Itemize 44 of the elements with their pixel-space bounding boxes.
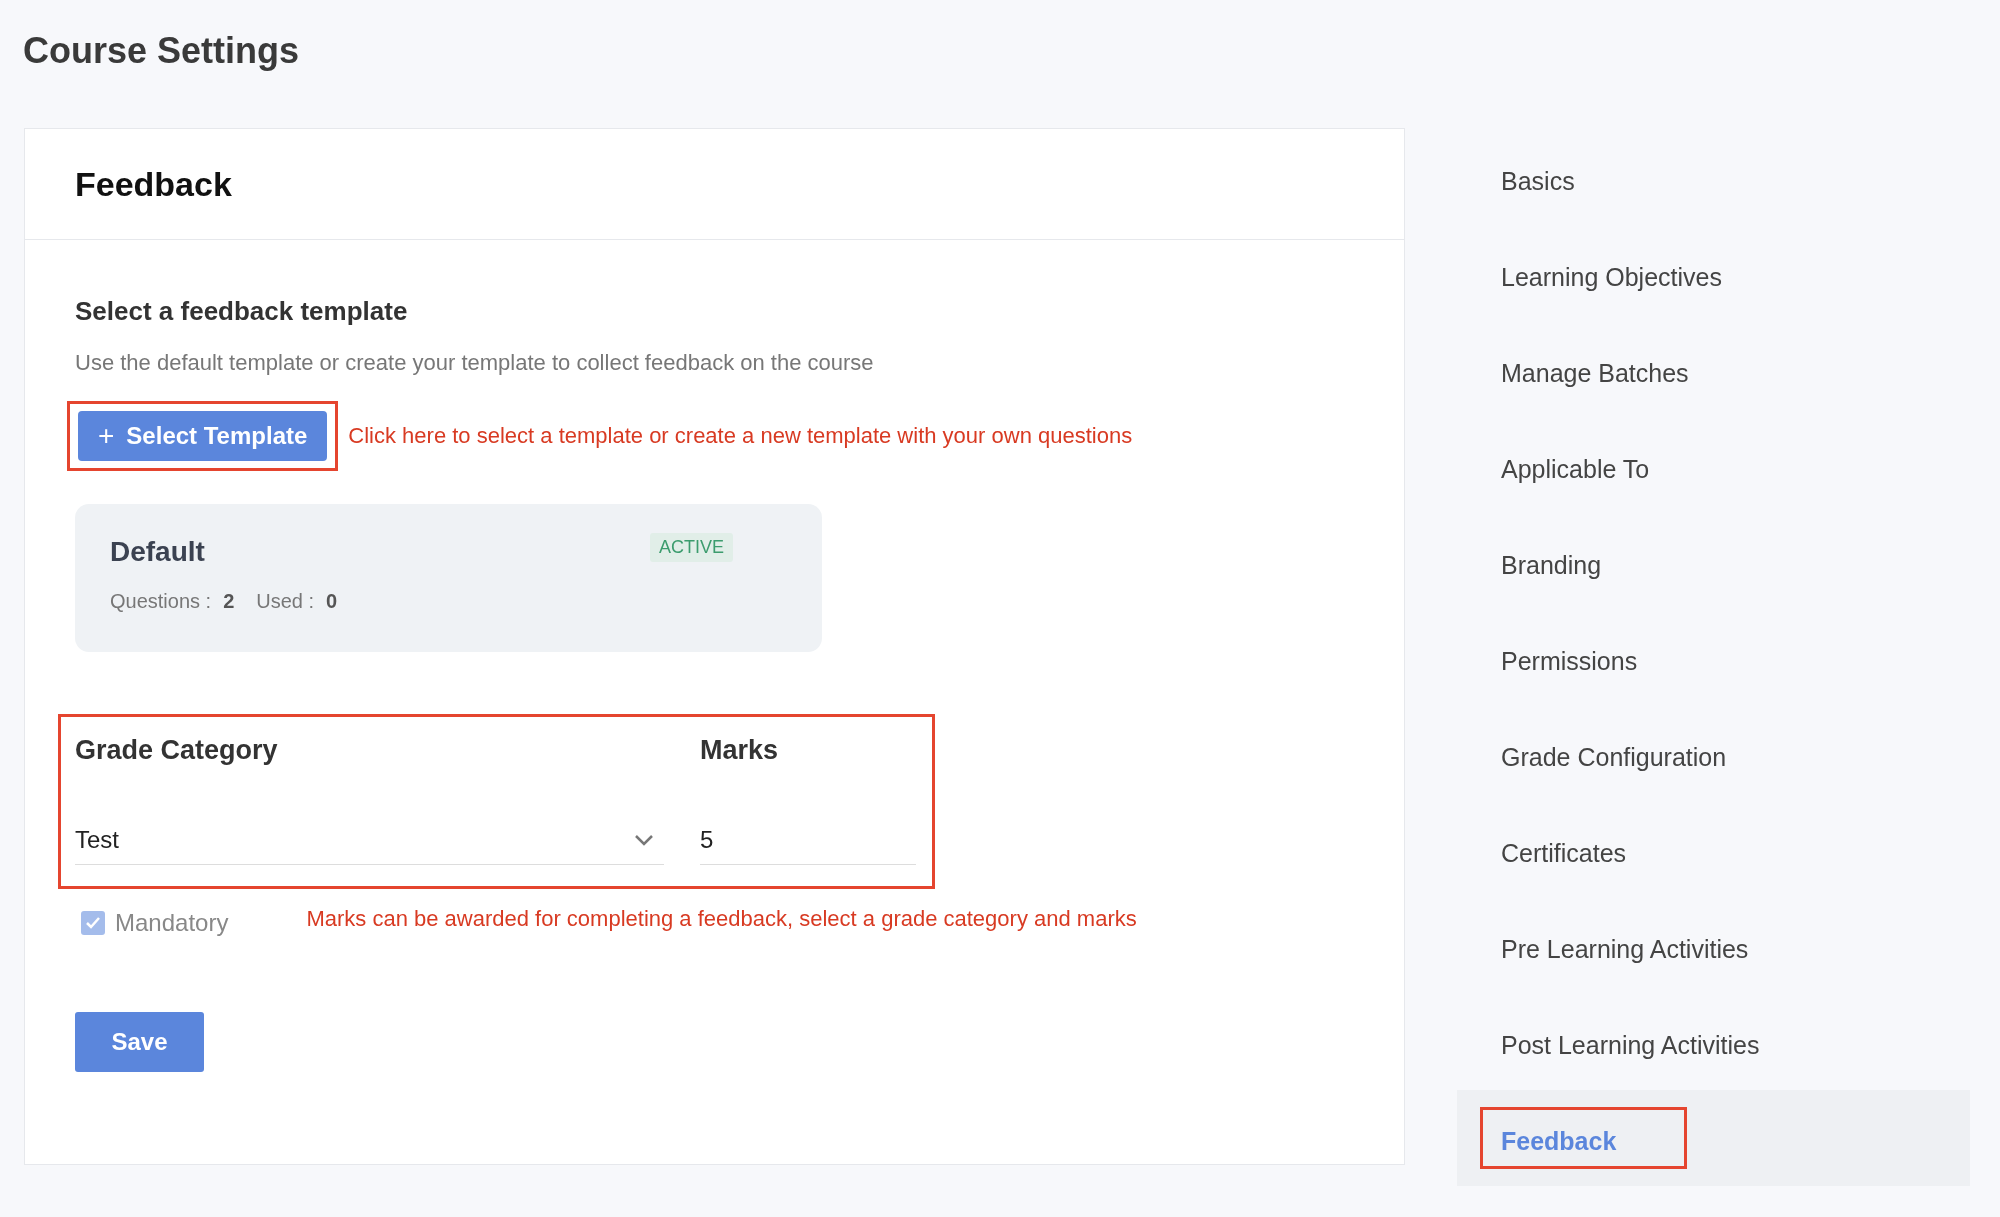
questions-label: Questions : (110, 590, 212, 613)
highlight-frame: Feedback (1480, 1107, 1687, 1169)
sidebar-item-label: Manage Batches (1500, 358, 1690, 389)
marks-label: Marks (700, 735, 780, 767)
sidebar-item-label: Grade Configuration (1500, 742, 1728, 773)
questions-count: 2 (223, 590, 235, 613)
template-card[interactable]: Default ACTIVE Questions : 2 Used : 0 (75, 504, 822, 652)
sidebar-item[interactable]: Certificates (1457, 802, 1970, 898)
sidebar-item-label: Certificates (1500, 838, 1628, 869)
select-template-button[interactable]: + Select Template (78, 411, 328, 461)
sidebar-item[interactable]: Applicable To (1457, 418, 1970, 514)
sidebar-item[interactable]: Pre Learning Activities (1457, 898, 1970, 994)
sidebar-item-label: Branding (1500, 550, 1603, 581)
sidebar-item[interactable]: Permissions (1457, 610, 1970, 706)
sidebar-item-label: Applicable To (1500, 454, 1651, 485)
grade-category-dropdown[interactable]: Test (75, 815, 664, 865)
section-title: Select a feedback template (75, 296, 408, 327)
panel-title: Feedback (75, 164, 232, 204)
sidebar-item[interactable]: Grade Configuration (1457, 706, 1970, 802)
chevron-down-icon (634, 833, 654, 846)
marks-input[interactable]: 5 (700, 815, 916, 865)
sidebar-item-label: Permissions (1500, 646, 1639, 677)
sidebar-item[interactable]: Basics (1457, 130, 1970, 226)
annotation-text: Marks can be awarded for completing a feedback, select a grade category and marks (306, 906, 1137, 932)
used-count: 0 (326, 590, 338, 613)
save-button[interactable]: Save (75, 1012, 204, 1072)
sidebar-item[interactable]: Branding (1457, 514, 1970, 610)
sidebar-item-label: Learning Objectives (1500, 262, 1723, 293)
used-label: Used : (256, 590, 315, 613)
grade-category-label: Grade Category (75, 735, 279, 767)
sidebar-item-label: Basics (1500, 166, 1576, 197)
checkmark-icon (85, 916, 101, 930)
template-name: Default (110, 536, 205, 568)
sidebar-item[interactable]: Manage Batches (1457, 322, 1970, 418)
sidebar-item[interactable]: Post Learning Activities (1457, 994, 1970, 1090)
sidebar-item-label: Post Learning Activities (1500, 1030, 1761, 1061)
status-badge: ACTIVE (650, 533, 733, 562)
plus-icon: + (98, 420, 115, 452)
sidebar-item[interactable]: Learning Objectives (1457, 226, 1970, 322)
sidebar-item-label: Pre Learning Activities (1500, 934, 1750, 965)
section-description: Use the default template or create your template to collect feedback on the course (75, 350, 874, 376)
mandatory-label: Mandatory (115, 909, 229, 937)
annotation-text: Click here to select a template or create a new template with your own questions (348, 423, 1133, 449)
page-title: Course Settings (22, 29, 301, 73)
